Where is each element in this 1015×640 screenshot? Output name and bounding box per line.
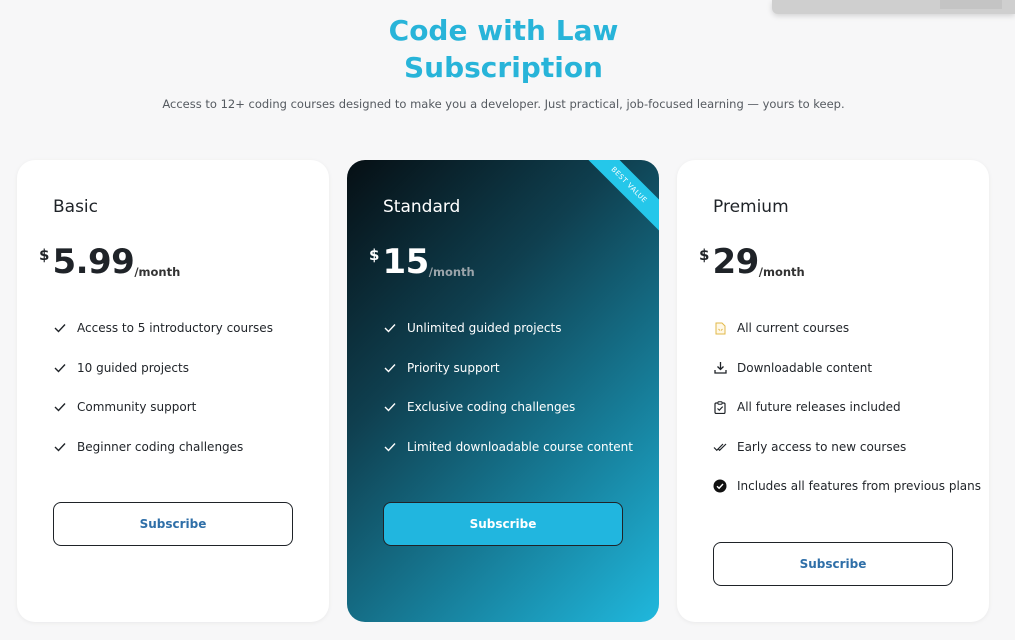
feature-item: Unlimited guided projects [383, 318, 633, 338]
feature-label: Exclusive coding challenges [407, 400, 576, 414]
file-icon [713, 321, 727, 335]
plan-price: $ 15 /month [369, 242, 475, 282]
page-title-line1: Code with Law [388, 14, 619, 47]
feature-label: All future releases included [737, 400, 901, 414]
feature-item: Community support [53, 397, 273, 417]
subscribe-button-basic[interactable]: Subscribe [53, 502, 293, 546]
clipboard-check-icon [713, 400, 727, 414]
plan-name: Basic [53, 197, 99, 217]
price-currency: $ [369, 246, 380, 264]
double-check-icon [713, 440, 727, 454]
plan-card-standard: BEST VALUE Standard $ 15 /month Unlimite… [347, 160, 659, 622]
feature-label: Downloadable content [737, 360, 873, 375]
check-icon [53, 440, 67, 454]
price-currency: $ [699, 246, 710, 264]
feature-list: All current courses Downloadable content… [713, 318, 981, 516]
feature-item: Includes all features from previous plan… [713, 476, 981, 496]
subscribe-button-standard[interactable]: Subscribe [383, 502, 623, 546]
feature-label: All current courses [737, 321, 850, 335]
feature-label: Early access to new courses [737, 439, 907, 454]
feature-label: Limited downloadable course content [407, 439, 633, 454]
price-amount: 15 [382, 242, 429, 282]
plan-name: Standard [383, 197, 461, 217]
feature-label: Community support [77, 400, 197, 414]
best-value-ribbon: BEST VALUE [578, 160, 659, 236]
check-icon [383, 361, 397, 375]
plan-card-basic: Basic $ 5.99 /month Access to 5 introduc… [17, 160, 329, 622]
feature-item: Exclusive coding challenges [383, 397, 633, 417]
feature-item: Early access to new courses [713, 437, 981, 457]
plan-price: $ 29 /month [699, 242, 805, 282]
page-title-line2: Subscription [403, 51, 603, 84]
check-icon [383, 321, 397, 335]
page-subtitle: Access to 12+ coding courses designed to… [162, 97, 845, 111]
price-period: /month [428, 265, 475, 279]
feature-label: Beginner coding challenges [77, 439, 244, 454]
plan-card-premium: Premium $ 29 /month All current courses … [677, 160, 989, 622]
browser-overlay-bar-inner [940, 0, 1002, 9]
price-period: /month [758, 265, 805, 279]
feature-item: Limited downloadable course content [383, 437, 633, 457]
feature-item: All future releases included [713, 397, 981, 417]
feature-label: Unlimited guided projects [407, 321, 562, 335]
page-title: Code with Law Subscription [0, 12, 1007, 86]
feature-label: Priority support [407, 360, 500, 375]
subscribe-button-premium[interactable]: Subscribe [713, 542, 953, 586]
feature-item: Beginner coding challenges [53, 437, 273, 457]
feature-item: Priority support [383, 358, 633, 378]
feature-label: 10 guided projects [77, 360, 189, 375]
feature-label: Access to 5 introductory courses [77, 321, 273, 335]
plan-price: $ 5.99 /month [39, 242, 180, 282]
check-circle-icon [713, 479, 727, 493]
price-amount: 5.99 [52, 242, 135, 282]
feature-item: All current courses [713, 318, 981, 338]
feature-item: 10 guided projects [53, 358, 273, 378]
check-icon [53, 321, 67, 335]
feature-item: Access to 5 introductory courses [53, 318, 273, 338]
check-icon [53, 361, 67, 375]
download-icon [713, 361, 727, 375]
check-icon [383, 440, 397, 454]
feature-label: Includes all features from previous plan… [737, 479, 981, 493]
price-period: /month [134, 265, 181, 279]
plan-name: Premium [713, 197, 789, 217]
feature-list: Unlimited guided projects Priority suppo… [383, 318, 633, 476]
feature-item: Downloadable content [713, 358, 981, 378]
check-icon [53, 400, 67, 414]
price-currency: $ [39, 246, 50, 264]
feature-list: Access to 5 introductory courses 10 guid… [53, 318, 273, 476]
price-amount: 29 [712, 242, 759, 282]
check-icon [383, 400, 397, 414]
